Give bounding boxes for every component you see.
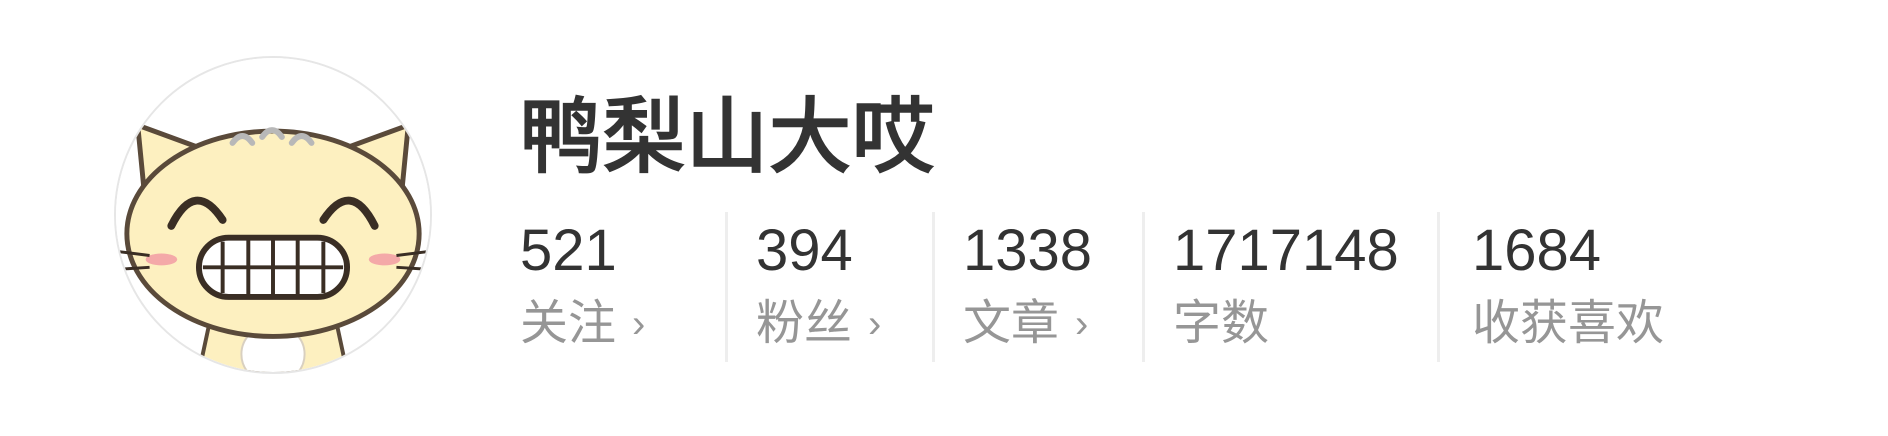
user-stats: 521 关注 › 394 粉丝 › 1338 文章 › 1717148 字数 1… <box>520 212 1700 362</box>
cartoon-cat-avatar-icon <box>116 58 430 372</box>
following-label-row: 关注 › <box>520 294 645 354</box>
avatar[interactable] <box>114 56 432 374</box>
followers-label-row: 粉丝 › <box>756 294 881 354</box>
likes-received-count: 1684 <box>1472 218 1602 283</box>
likes-received-stat: 1684 收获喜欢 <box>1440 212 1700 362</box>
word-count-label: 字数 <box>1173 297 1270 350</box>
username[interactable]: 鸭梨山大哎 <box>520 88 935 188</box>
following-label: 关注 <box>520 297 617 350</box>
articles-label-row: 文章 › <box>963 294 1088 354</box>
chevron-right-icon: › <box>632 302 646 346</box>
word-count: 1717148 <box>1173 218 1399 283</box>
following-stat[interactable]: 521 关注 › <box>520 212 728 362</box>
following-count: 521 <box>520 218 617 283</box>
chevron-right-icon: › <box>1075 302 1089 346</box>
articles-label: 文章 <box>963 297 1060 350</box>
articles-count: 1338 <box>963 218 1093 283</box>
likes-received-label: 收获喜欢 <box>1472 297 1665 350</box>
word-count-stat: 1717148 字数 <box>1145 212 1440 362</box>
articles-stat[interactable]: 1338 文章 › <box>935 212 1145 362</box>
followers-stat[interactable]: 394 粉丝 › <box>728 212 935 362</box>
chevron-right-icon: › <box>868 302 882 346</box>
followers-label: 粉丝 <box>756 297 853 350</box>
followers-count: 394 <box>756 218 853 283</box>
